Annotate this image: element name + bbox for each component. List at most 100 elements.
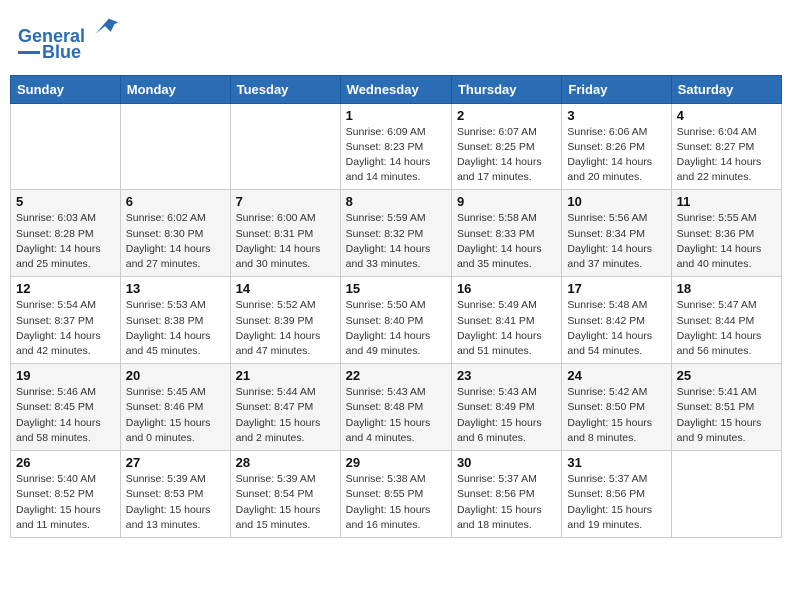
calendar-cell: 1 Sunrise: 6:09 AMSunset: 8:23 PMDaylight… [340, 103, 451, 190]
day-info: Sunrise: 5:52 AMSunset: 8:39 PMDaylight:… [236, 298, 335, 359]
calendar-cell: 2Sunrise: 6:07 AMSunset: 8:25 PMDaylight… [451, 103, 561, 190]
calendar-cell: 27 Sunrise: 5:39 AMSunset: 8:53 PMDayligh… [120, 451, 230, 538]
day-number: 1 [346, 108, 446, 123]
logo: General Blue [18, 14, 120, 63]
day-number: 22 [346, 368, 446, 383]
calendar-header-row: SundayMondayTuesdayWednesdayThursdayFrid… [11, 75, 782, 103]
calendar-cell: 21 Sunrise: 5:44 AMSunset: 8:47 PMDayligh… [230, 364, 340, 451]
day-number: 26 [16, 455, 115, 470]
day-info: Sunrise: 5:37 AMSunset: 8:56 PMDaylight:… [457, 472, 556, 533]
calendar-week-1: 1 Sunrise: 6:09 AMSunset: 8:23 PMDaylight… [11, 103, 782, 190]
calendar-cell: 29 Sunrise: 5:38 AMSunset: 8:55 PMDayligh… [340, 451, 451, 538]
day-number: 8 [346, 194, 446, 209]
day-info: Sunrise: 5:58 AMSunset: 8:33 PMDaylight:… [457, 211, 556, 272]
day-header-tuesday: Tuesday [230, 75, 340, 103]
day-info: Sunrise: 5:59 AMSunset: 8:32 PMDaylight:… [346, 211, 446, 272]
day-number: 13 [126, 281, 225, 296]
day-number: 14 [236, 281, 335, 296]
day-number: 27 [126, 455, 225, 470]
calendar-cell: 8 Sunrise: 5:59 AMSunset: 8:32 PMDaylight… [340, 190, 451, 277]
day-info: Sunrise: 5:55 AMSunset: 8:36 PMDaylight:… [677, 211, 776, 272]
calendar-table: SundayMondayTuesdayWednesdayThursdayFrid… [10, 75, 782, 538]
calendar-cell: 31Sunrise: 5:37 AMSunset: 8:56 PMDayligh… [562, 451, 671, 538]
day-number: 12 [16, 281, 115, 296]
calendar-cell: 7 Sunrise: 6:00 AMSunset: 8:31 PMDaylight… [230, 190, 340, 277]
day-number: 25 [677, 368, 776, 383]
calendar-week-5: 26 Sunrise: 5:40 AMSunset: 8:52 PMDayligh… [11, 451, 782, 538]
calendar-cell: 3 Sunrise: 6:06 AMSunset: 8:26 PMDaylight… [562, 103, 671, 190]
calendar-cell: 4Sunrise: 6:04 AMSunset: 8:27 PMDaylight… [671, 103, 781, 190]
day-info: Sunrise: 5:43 AMSunset: 8:48 PMDaylight:… [346, 385, 446, 446]
calendar-cell: 25 Sunrise: 5:41 AMSunset: 8:51 PMDayligh… [671, 364, 781, 451]
day-info: Sunrise: 5:49 AMSunset: 8:41 PMDaylight:… [457, 298, 556, 359]
day-info: Sunrise: 6:02 AMSunset: 8:30 PMDaylight:… [126, 211, 225, 272]
day-header-sunday: Sunday [11, 75, 121, 103]
day-number: 29 [346, 455, 446, 470]
day-number: 11 [677, 194, 776, 209]
day-info: Sunrise: 5:39 AMSunset: 8:53 PMDaylight:… [126, 472, 225, 533]
day-number: 21 [236, 368, 335, 383]
day-info: Sunrise: 5:50 AMSunset: 8:40 PMDaylight:… [346, 298, 446, 359]
day-info: Sunrise: 5:41 AMSunset: 8:51 PMDaylight:… [677, 385, 776, 446]
day-number: 24 [567, 368, 665, 383]
day-info: Sunrise: 5:48 AMSunset: 8:42 PMDaylight:… [567, 298, 665, 359]
calendar-header: General Blue [10, 10, 782, 67]
day-number: 19 [16, 368, 115, 383]
day-info: Sunrise: 5:54 AMSunset: 8:37 PMDaylight:… [16, 298, 115, 359]
logo-blue: Blue [42, 43, 81, 63]
day-info: Sunrise: 6:07 AMSunset: 8:25 PMDaylight:… [457, 125, 556, 186]
calendar-week-2: 5 Sunrise: 6:03 AMSunset: 8:28 PMDaylight… [11, 190, 782, 277]
calendar-cell: 13 Sunrise: 5:53 AMSunset: 8:38 PMDayligh… [120, 277, 230, 364]
calendar-cell: 5 Sunrise: 6:03 AMSunset: 8:28 PMDaylight… [11, 190, 121, 277]
day-header-friday: Friday [562, 75, 671, 103]
day-info: Sunrise: 6:04 AMSunset: 8:27 PMDaylight:… [677, 125, 776, 186]
day-info: Sunrise: 5:46 AMSunset: 8:45 PMDaylight:… [16, 385, 115, 446]
day-header-thursday: Thursday [451, 75, 561, 103]
day-number: 16 [457, 281, 556, 296]
calendar-week-4: 19 Sunrise: 5:46 AMSunset: 8:45 PMDayligh… [11, 364, 782, 451]
day-info: Sunrise: 5:47 AMSunset: 8:44 PMDaylight:… [677, 298, 776, 359]
calendar-cell [230, 103, 340, 190]
calendar-cell: 9 Sunrise: 5:58 AMSunset: 8:33 PMDaylight… [451, 190, 561, 277]
day-info: Sunrise: 5:45 AMSunset: 8:46 PMDaylight:… [126, 385, 225, 446]
calendar-cell [11, 103, 121, 190]
day-info: Sunrise: 5:42 AMSunset: 8:50 PMDaylight:… [567, 385, 665, 446]
calendar-cell: 30Sunrise: 5:37 AMSunset: 8:56 PMDayligh… [451, 451, 561, 538]
day-number: 23 [457, 368, 556, 383]
day-header-wednesday: Wednesday [340, 75, 451, 103]
day-info: Sunrise: 5:40 AMSunset: 8:52 PMDaylight:… [16, 472, 115, 533]
day-info: Sunrise: 5:53 AMSunset: 8:38 PMDaylight:… [126, 298, 225, 359]
day-info: Sunrise: 5:43 AMSunset: 8:49 PMDaylight:… [457, 385, 556, 446]
day-info: Sunrise: 6:09 AMSunset: 8:23 PMDaylight:… [346, 125, 446, 186]
day-number: 6 [126, 194, 225, 209]
calendar-cell: 28 Sunrise: 5:39 AMSunset: 8:54 PMDayligh… [230, 451, 340, 538]
day-number: 9 [457, 194, 556, 209]
day-number: 31 [567, 455, 665, 470]
calendar-cell [120, 103, 230, 190]
calendar-cell: 19 Sunrise: 5:46 AMSunset: 8:45 PMDayligh… [11, 364, 121, 451]
day-header-saturday: Saturday [671, 75, 781, 103]
day-info: Sunrise: 5:39 AMSunset: 8:54 PMDaylight:… [236, 472, 335, 533]
day-number: 15 [346, 281, 446, 296]
calendar-cell: 18 Sunrise: 5:47 AMSunset: 8:44 PMDayligh… [671, 277, 781, 364]
day-info: Sunrise: 5:38 AMSunset: 8:55 PMDaylight:… [346, 472, 446, 533]
day-number: 20 [126, 368, 225, 383]
logo-bird-icon [92, 14, 120, 42]
day-number: 18 [677, 281, 776, 296]
calendar-cell: 24 Sunrise: 5:42 AMSunset: 8:50 PMDayligh… [562, 364, 671, 451]
calendar-cell: 22 Sunrise: 5:43 AMSunset: 8:48 PMDayligh… [340, 364, 451, 451]
calendar-cell: 15 Sunrise: 5:50 AMSunset: 8:40 PMDayligh… [340, 277, 451, 364]
calendar-cell: 14 Sunrise: 5:52 AMSunset: 8:39 PMDayligh… [230, 277, 340, 364]
day-number: 28 [236, 455, 335, 470]
day-info: Sunrise: 6:00 AMSunset: 8:31 PMDaylight:… [236, 211, 335, 272]
day-number: 5 [16, 194, 115, 209]
calendar-cell: 6 Sunrise: 6:02 AMSunset: 8:30 PMDaylight… [120, 190, 230, 277]
day-info: Sunrise: 6:03 AMSunset: 8:28 PMDaylight:… [16, 211, 115, 272]
day-number: 7 [236, 194, 335, 209]
calendar-cell: 26 Sunrise: 5:40 AMSunset: 8:52 PMDayligh… [11, 451, 121, 538]
day-info: Sunrise: 5:56 AMSunset: 8:34 PMDaylight:… [567, 211, 665, 272]
day-info: Sunrise: 6:06 AMSunset: 8:26 PMDaylight:… [567, 125, 665, 186]
calendar-cell: 10Sunrise: 5:56 AMSunset: 8:34 PMDayligh… [562, 190, 671, 277]
day-number: 3 [567, 108, 665, 123]
day-info: Sunrise: 5:44 AMSunset: 8:47 PMDaylight:… [236, 385, 335, 446]
